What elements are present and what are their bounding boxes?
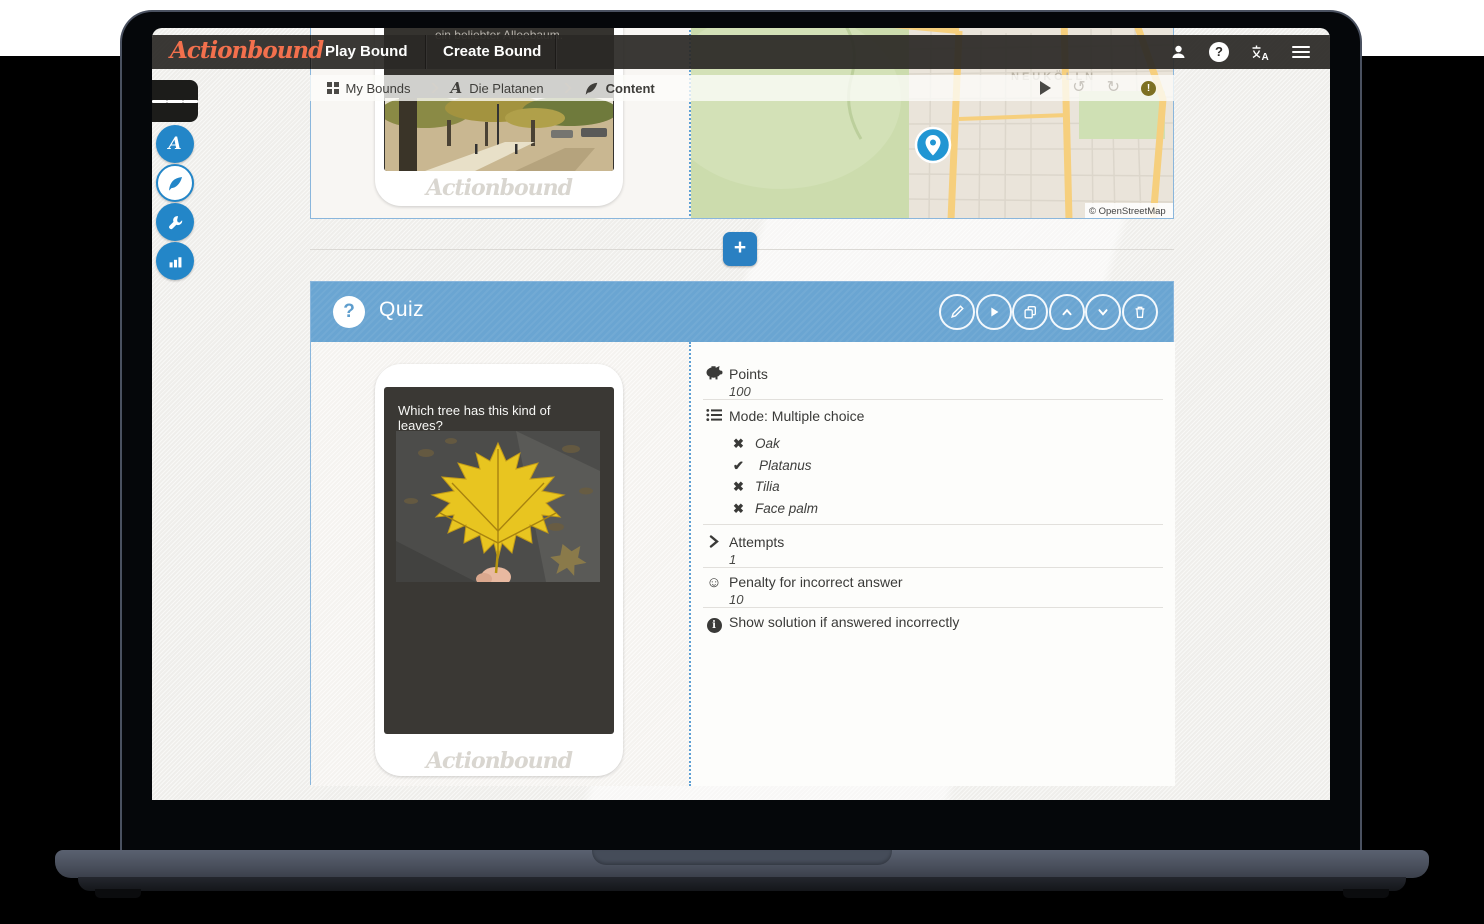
help-icon[interactable]: ? — [1209, 42, 1229, 62]
actionbound-a-icon: A — [451, 79, 463, 97]
feather-icon — [167, 175, 184, 192]
laptop-base — [55, 850, 1429, 878]
wrench-icon — [167, 214, 184, 231]
points-label: Points — [729, 366, 768, 382]
move-up-button[interactable] — [1049, 294, 1085, 330]
sidebar-bound-button[interactable]: A — [156, 125, 194, 163]
attempts-label: Attempts — [729, 534, 784, 550]
points-value: 100 — [729, 384, 751, 399]
copy-icon — [1022, 304, 1038, 320]
preview-play-button[interactable] — [1040, 81, 1051, 95]
breadcrumb-toolbar: My Bounds A Die Platanen Content ↺ ↻ ! — [310, 75, 1174, 101]
map-attribution[interactable]: © OpenStreetMap — [1089, 206, 1166, 217]
answer-label: Tilia — [755, 479, 780, 494]
grid-icon — [327, 82, 339, 94]
laptop-mockup: ein beliebter Alleebaum. — [0, 0, 1484, 924]
quiz-card-title: Quiz — [379, 298, 424, 322]
browser-viewport: ein beliebter Alleebaum. — [152, 28, 1330, 800]
preview-button[interactable] — [976, 294, 1012, 330]
laptop-notch — [592, 850, 892, 865]
chevron-up-icon — [1059, 304, 1075, 320]
play-icon — [986, 304, 1002, 320]
nav-create-bound[interactable]: Create Bound — [443, 43, 541, 60]
user-icon[interactable] — [1170, 44, 1187, 60]
leaf-photo — [396, 431, 600, 582]
laptop-base-edge — [78, 877, 1406, 891]
phone-preview: Which tree has this kind of leaves? — [375, 364, 623, 776]
duplicate-button[interactable] — [1012, 294, 1048, 330]
quiz-card-header: ? Quiz — [311, 282, 1173, 342]
actionbound-logo[interactable]: Actionbound — [170, 37, 323, 64]
answer-label: Face palm — [755, 501, 818, 516]
points-piggybank-icon — [705, 365, 723, 383]
quiz-details-panel: Points 100 Mode: Multiple choice ✖ Oak ✔… — [689, 342, 1175, 786]
penalty-smiley-icon: ☺ — [705, 575, 723, 590]
top-navbar: Actionbound Play Bound Create Bound ? A — [152, 35, 1330, 69]
actionbound-watermark: Actionbound — [375, 175, 623, 201]
chevron-separator-icon — [427, 82, 438, 93]
laptop-foot — [1343, 889, 1389, 898]
quiz-card: ? Quiz — [310, 281, 1174, 785]
svg-text:A: A — [1262, 52, 1269, 61]
quiz-question-text: Which tree has this kind of leaves? — [398, 403, 598, 433]
breadcrumb-label: Content — [606, 81, 655, 96]
add-element-button[interactable]: + — [723, 232, 757, 266]
feather-icon — [584, 81, 599, 96]
sidebar-content-button[interactable] — [156, 164, 194, 202]
street-photo — [385, 98, 613, 171]
warning-icon[interactable]: ! — [1141, 81, 1156, 96]
mode-label: Mode: Multiple choice — [729, 408, 864, 424]
attempts-chevron-icon — [705, 535, 723, 551]
chevron-down-icon — [1095, 304, 1111, 320]
map-marker-icon[interactable] — [916, 128, 950, 162]
sidebar-settings-button[interactable] — [156, 203, 194, 241]
penalty-label: Penalty for incorrect answer — [729, 574, 903, 590]
pencil-icon — [949, 304, 965, 320]
sidebar-results-button[interactable] — [156, 242, 194, 280]
menu-icon[interactable] — [1292, 43, 1310, 61]
answer-cross-icon: ✖ — [733, 501, 744, 517]
phone-screen: Which tree has this kind of leaves? — [384, 387, 614, 734]
translate-icon[interactable]: A — [1251, 44, 1270, 61]
answer-cross-icon: ✖ — [733, 436, 744, 452]
bar-chart-icon — [167, 253, 184, 270]
breadcrumb-bound-name[interactable]: A Die Platanen — [451, 79, 544, 97]
sidebar-toggle-button[interactable] — [152, 80, 198, 122]
mode-list-icon — [705, 408, 723, 425]
nav-play-bound[interactable]: Play Bound — [325, 43, 408, 60]
quiz-type-icon: ? — [333, 296, 365, 328]
actionbound-a-icon: A — [168, 134, 181, 154]
breadcrumb-content[interactable]: Content — [584, 81, 655, 96]
solution-label: Show solution if answered incorrectly — [729, 614, 959, 630]
penalty-value: 10 — [729, 592, 743, 607]
edit-button[interactable] — [939, 294, 975, 330]
actionbound-watermark: Actionbound — [375, 748, 623, 774]
redo-icon[interactable]: ↻ — [1107, 80, 1120, 96]
answer-label: Oak — [755, 436, 780, 451]
answer-check-icon: ✔ — [733, 458, 744, 474]
move-down-button[interactable] — [1085, 294, 1121, 330]
breadcrumb-label: Die Platanen — [469, 81, 543, 96]
breadcrumb-label: My Bounds — [346, 81, 411, 96]
answer-cross-icon: ✖ — [733, 479, 744, 495]
breadcrumb-my-bounds[interactable]: My Bounds — [327, 81, 411, 96]
trash-icon — [1132, 304, 1148, 320]
attempts-value: 1 — [729, 552, 736, 567]
info-icon: i — [705, 615, 723, 633]
undo-icon[interactable]: ↺ — [1072, 80, 1085, 96]
delete-button[interactable] — [1122, 294, 1158, 330]
chevron-separator-icon — [560, 82, 571, 93]
laptop-foot — [95, 889, 141, 898]
answer-label: Platanus — [759, 458, 812, 473]
